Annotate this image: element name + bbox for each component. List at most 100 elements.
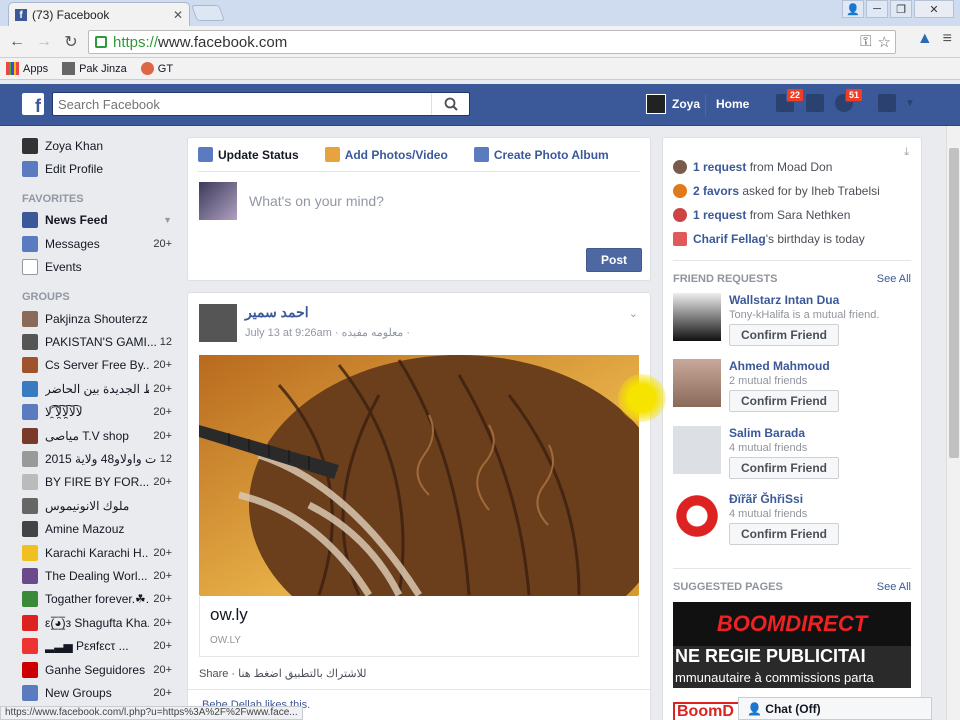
- confirm-friend-button[interactable]: Confirm Friend: [729, 457, 839, 479]
- apps-grid-icon: [6, 62, 19, 75]
- sidebar-item-group[interactable]: PAKISTAN'S GAMI... 12: [22, 330, 172, 353]
- group-icon: [22, 404, 38, 421]
- suggested-page-ad[interactable]: BOOMDIRECT NE REGIE PUBLICITAI mmunautai…: [673, 602, 911, 698]
- group-icon: [22, 474, 38, 491]
- reload-icon[interactable]: ↻: [60, 32, 82, 52]
- see-all-link[interactable]: See All: [877, 581, 911, 593]
- restore-button[interactable]: ❐: [890, 0, 912, 18]
- sidebar-item-group[interactable]: ▂▃▅ Pεяfεcτ ... 20+: [22, 634, 172, 657]
- chevron-down-icon[interactable]: ▼: [163, 215, 172, 225]
- sidebar-item-group[interactable]: Amine Mazouz: [22, 517, 172, 540]
- avatar[interactable]: [673, 359, 721, 407]
- sidebar-item-group[interactable]: Karachi Karachi H... 20+: [22, 541, 172, 564]
- left-sidebar: Zoya Khan Edit Profile FAVORITES News Fe…: [22, 134, 172, 705]
- post-button[interactable]: Post: [586, 248, 642, 272]
- avatar[interactable]: [199, 304, 237, 342]
- avatar[interactable]: [673, 426, 721, 474]
- bookmark-pak-jinza[interactable]: Pak Jinza: [62, 62, 127, 75]
- messages-icon[interactable]: [806, 94, 828, 116]
- close-tab-icon[interactable]: ✕: [173, 8, 183, 22]
- bookmark-apps[interactable]: Apps: [6, 62, 48, 75]
- sidebar-item-group[interactable]: ﻻ͡ﻻ̯͡ﻻ̯͡ﻻ͡ ̯͡ﻻ 20+: [22, 401, 172, 424]
- search-input[interactable]: [58, 96, 431, 112]
- key-icon[interactable]: ⚿: [860, 33, 871, 51]
- sidebar-item-group[interactable]: Cs Server Free By... 20+: [22, 354, 172, 377]
- notifications-badge: 51: [845, 88, 864, 102]
- confirm-friend-button[interactable]: Confirm Friend: [729, 523, 839, 545]
- sidebar-item-group[interactable]: New Groups 20+: [22, 681, 172, 704]
- groups-heading: GROUPS: [22, 290, 70, 303]
- sidebar-item-group[interactable]: Togather forever.☘... 20+: [22, 588, 172, 611]
- confirm-friend-button[interactable]: Confirm Friend: [729, 390, 839, 412]
- address-bar[interactable]: https://www.facebook.com ⚿ ☆: [88, 30, 896, 54]
- minimize-button[interactable]: ─: [866, 0, 888, 18]
- menu-icon[interactable]: ≡: [943, 30, 952, 48]
- sidebar-edit-profile[interactable]: Edit Profile: [22, 157, 172, 180]
- sidebar-item-group[interactable]: The Dealing Worl... 20+: [22, 564, 172, 587]
- see-all-link[interactable]: See All: [877, 273, 911, 285]
- friend-requests-icon[interactable]: 22: [776, 88, 805, 116]
- story-image[interactable]: [199, 355, 639, 596]
- extension-icon[interactable]: ▲: [917, 30, 933, 48]
- sidebar-item-news-feed[interactable]: News Feed ▼: [22, 209, 172, 232]
- ad-brand-footer: BoomD: [673, 702, 743, 720]
- sidebar-item-group[interactable]: مياصى T.V shop 20+: [22, 424, 172, 447]
- privacy-lock-icon[interactable]: [878, 94, 900, 116]
- chat-icon: 👤: [747, 702, 766, 716]
- link-preview[interactable]: ow.ly OW.LY: [199, 595, 639, 657]
- friend-request: Salim Barada 4 mutual friends Confirm Fri…: [673, 426, 839, 479]
- profile-link[interactable]: Zoya: [646, 94, 700, 114]
- tab-add-photos[interactable]: Add Photos/Video: [324, 147, 448, 162]
- tab-create-album[interactable]: Create Photo Album: [473, 147, 609, 162]
- chevron-down-icon[interactable]: ⌄: [629, 307, 638, 320]
- app-icon: [673, 208, 687, 222]
- new-tab-button[interactable]: [191, 5, 225, 21]
- home-link[interactable]: Home: [705, 94, 749, 116]
- request-notification[interactable]: 1 request from Sara Nethken: [673, 208, 850, 222]
- sidebar-item-events[interactable]: Events: [22, 256, 172, 279]
- pk-icon: [62, 62, 76, 75]
- bookmark-gt[interactable]: GT: [140, 62, 173, 75]
- sidebar-item-group[interactable]: بنات واولاو48 ولاية 201512: [22, 447, 172, 470]
- sidebar-item-group[interactable]: BY FIRE BY FOR... 20+: [22, 471, 172, 494]
- chat-bar[interactable]: 👤 Chat (Off): [738, 697, 932, 720]
- user-icon[interactable]: 👤: [842, 0, 864, 18]
- scrollbar-thumb[interactable]: [949, 148, 959, 458]
- download-icon[interactable]: ⤓: [904, 146, 909, 159]
- browser-tab[interactable]: f (73) Facebook ✕: [8, 2, 190, 26]
- status-input[interactable]: What's on your mind?: [249, 193, 384, 209]
- sidebar-item-messages[interactable]: Messages 20+: [22, 232, 172, 255]
- account-menu-chevron-icon[interactable]: ▼: [905, 94, 927, 116]
- tab-update-status[interactable]: Update Status: [198, 147, 299, 162]
- story-meta[interactable]: July 13 at 9:26am · معلومه مفيده ·: [245, 326, 410, 339]
- sidebar-item-group[interactable]: ε(̲̅◕̲̅)з Shagufta Kha... 20+: [22, 611, 172, 634]
- feed-story: احمد سمير July 13 at 9:26am · معلومه مفي…: [187, 292, 651, 720]
- favor-notification[interactable]: 2 favors asked for by Iheb Trabelsi: [673, 184, 880, 198]
- group-icon: [22, 591, 38, 608]
- story-actions[interactable]: Share · للاشتراك بالتطبيق اضغط هنا: [199, 667, 367, 680]
- birthday-notification[interactable]: Charif Fellag's birthday is today: [673, 232, 865, 246]
- sidebar-item-group[interactable]: دمياط الجديدة بين الحاضر20+: [22, 377, 172, 400]
- group-icon: [22, 427, 38, 444]
- bookmark-star-icon[interactable]: ☆: [878, 33, 891, 51]
- sidebar-item-group[interactable]: Ganhe Seguidores 20+: [22, 658, 172, 681]
- back-arrow-icon[interactable]: ←: [6, 33, 28, 51]
- friend-request: Ahmed Mahmoud 2 mutual friends Confirm Fr…: [673, 359, 839, 412]
- avatar[interactable]: [673, 293, 721, 341]
- notifications-globe-icon[interactable]: 51: [835, 88, 864, 116]
- confirm-friend-button[interactable]: Confirm Friend: [729, 324, 839, 346]
- group-icon: [22, 661, 38, 678]
- forward-arrow-icon[interactable]: →: [33, 33, 55, 51]
- browser-toolbar: ← → ↻ https://www.facebook.com ⚿ ☆ ▲ ≡: [0, 26, 960, 58]
- story-author[interactable]: احمد سمير: [245, 304, 410, 321]
- sidebar-profile[interactable]: Zoya Khan: [22, 134, 172, 157]
- close-window-button[interactable]: ✕: [914, 0, 954, 18]
- page-scrollbar[interactable]: [946, 126, 960, 720]
- facebook-logo-icon[interactable]: f: [22, 93, 44, 116]
- sidebar-item-group[interactable]: Pakjinza Shouterzz: [22, 307, 172, 330]
- sidebar-item-group[interactable]: ملوك الانونيموس: [22, 494, 172, 517]
- request-notification[interactable]: 1 request from Moad Don: [673, 160, 832, 174]
- lock-icon: [95, 36, 107, 48]
- search-icon[interactable]: [431, 93, 469, 115]
- avatar[interactable]: [673, 492, 721, 540]
